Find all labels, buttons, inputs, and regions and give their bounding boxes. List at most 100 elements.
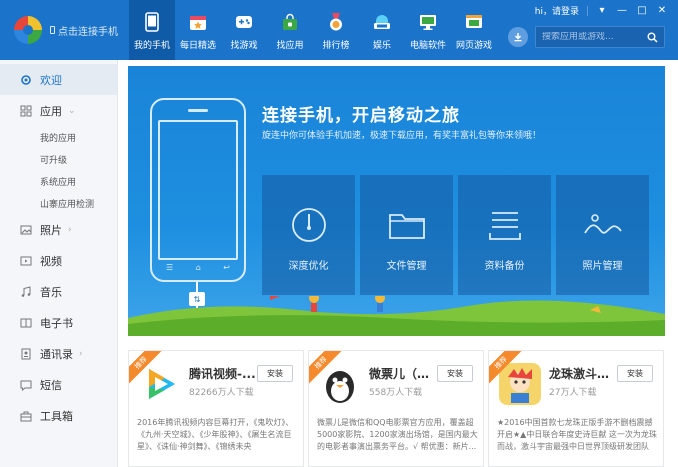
web-game-icon [463,11,485,33]
nav-label: 我的手机 [133,41,170,51]
chevron-right-icon: › [79,348,83,359]
close-icon[interactable]: ✕ [656,5,668,17]
tile-label: 深度优化 [288,261,329,272]
menu-icon[interactable]: ▾ [596,5,608,17]
calendar-star-icon [187,11,209,33]
nav-label: 电脑软件 [409,41,446,51]
dragon-ball-game-icon [499,363,541,405]
phone-screen [158,120,238,260]
sidebar-item-toolbox[interactable]: 工具箱 [0,400,117,431]
install-button[interactable]: 安装 [437,365,473,382]
contacts-icon [20,348,32,360]
sidebar-item-label: 电子书 [40,316,73,330]
top-nav: 我的手机 每日精选 找游戏 找应用 排行榜 娱乐 电脑软件 网页游戏 [129,0,497,60]
penguin-icon [319,363,361,405]
install-button[interactable]: 安装 [257,365,293,382]
app-card[interactable]: 推荐 微票儿（原... 558万人下载 安装 微票儿是微信和QQ电影票官方应用，… [308,350,484,467]
tencent-video-icon [139,363,181,405]
sidebar-item-label: 应用 [40,104,62,118]
download-count: 82266万人下载 [189,388,254,398]
nav-find-games[interactable]: 找游戏 [221,0,267,60]
sidebar-item-label: 通讯录 [40,347,73,361]
sidebar-subitem-fake-app-check[interactable]: 山寨应用检测 [0,192,117,214]
grass-illustration [128,296,665,336]
sidebar-item-videos[interactable]: 视频 [0,245,117,276]
sidebar-item-sms[interactable]: 短信 [0,369,117,400]
toolbox-icon [20,410,32,422]
sidebar-item-label: 视频 [40,254,62,268]
app-description: 2016年腾讯视频内容巨幕打开，《鬼吹灯》、《九州·天空城》、《少年股神》、《屠… [137,418,294,451]
sidebar: 欢迎 应用 ⌄ 我的应用 可升级 系统应用 山寨应用检测 照片 › 视频 音乐 … [0,60,118,467]
app-name[interactable]: 微票儿（原... [369,365,437,382]
download-manager-button[interactable] [508,27,528,47]
photo-icon [20,224,32,236]
folder-icon [387,205,427,245]
tile-label: 文件管理 [386,261,427,272]
gamepad-icon [233,11,255,33]
sidebar-item-music[interactable]: 音乐 [0,276,117,307]
gear-icon [20,74,32,86]
sidebar-subitem-upgradable[interactable]: 可升级 [0,148,117,170]
app-name[interactable]: 龙珠激斗（... [549,365,617,382]
install-button[interactable]: 安装 [617,365,653,382]
phone-small-icon [50,26,55,34]
nav-entertainment[interactable]: 娱乐 [359,0,405,60]
app-logo [14,16,42,44]
app-description: 微票儿是微信和QQ电影票官方应用，覆盖超5000家影院、1200家演出场馆，是国… [317,418,478,451]
download-count: 558万人下载 [369,388,423,398]
nav-label: 找应用 [276,41,304,51]
nav-daily-picks[interactable]: 每日精选 [175,0,221,60]
monitor-icon [417,11,439,33]
tile-label: 资料备份 [484,261,525,272]
tile-deep-optimize[interactable]: 深度优化 [262,175,355,295]
nav-find-apps[interactable]: 找应用 [267,0,313,60]
app-name[interactable]: 腾讯视频-... [189,365,257,382]
sidebar-item-apps[interactable]: 应用 ⌄ [0,95,117,126]
banner-subtitle: 旋连中你可体验手机加速，极速下载应用，有奖丰富礼包等你来领哦！ [262,131,542,141]
login-link[interactable]: hi，请登录 [535,4,579,17]
nav-rankings[interactable]: 排行榜 [313,0,359,60]
sidebar-item-photos[interactable]: 照片 › [0,214,117,245]
phone-icon [141,11,163,33]
book-icon [20,317,32,329]
tile-photo-manager[interactable]: 照片管理 [556,175,649,295]
sidebar-item-label: 音乐 [40,285,62,299]
sidebar-item-label: 欢迎 [40,73,62,87]
chevron-right-icon: › [68,224,72,235]
search-input[interactable] [542,32,647,42]
nav-label: 排行榜 [322,41,350,51]
minimize-icon[interactable]: — [616,5,628,17]
sidebar-item-label: 短信 [40,378,62,392]
sidebar-subitem-my-apps[interactable]: 我的应用 [0,126,117,148]
app-card[interactable]: 推荐 龙珠激斗（... 27万人下载 安装 ★2016中国首款七龙珠正版手游不删… [488,350,664,467]
nav-pc-software[interactable]: 电脑软件 [405,0,451,60]
shopping-bag-icon [279,11,301,33]
nav-label: 找游戏 [230,41,258,51]
sidebar-item-welcome[interactable]: 欢迎 [0,64,117,95]
download-count: 27万人下载 [549,388,597,398]
sidebar-item-label: 工具箱 [40,409,73,423]
download-icon [514,33,522,42]
cloud-icon [371,11,393,33]
sidebar-item-contacts[interactable]: 通讯录 › [0,338,117,369]
sidebar-item-ebooks[interactable]: 电子书 [0,307,117,338]
nav-my-phone[interactable]: 我的手机 [129,0,175,60]
app-description: ★2016中国首款七龙珠正版手游不删档震撼开启★▲中日联合年度史诗巨献 这一次为… [497,418,657,451]
banner-title: 连接手机，开启移动之旅 [262,106,460,126]
window-controls: hi，请登录 ▾ — □ ✕ [535,4,668,17]
connect-phone-link[interactable]: 点击连接手机 [50,23,118,38]
music-icon [20,285,32,298]
connect-phone-area[interactable]: 点击连接手机 [0,0,128,60]
sidebar-item-label: 照片 [40,223,62,237]
search-icon[interactable] [647,32,658,43]
search-box [535,26,665,48]
tile-data-backup[interactable]: 资料备份 [458,175,551,295]
app-card[interactable]: 推荐 腾讯视频-... 82266万人下载 安装 2016年腾讯视频内容巨幕打开… [128,350,304,467]
tile-file-manager[interactable]: 文件管理 [360,175,453,295]
maximize-icon[interactable]: □ [636,5,648,17]
sidebar-subitem-system-apps[interactable]: 系统应用 [0,170,117,192]
medal-icon [325,11,347,33]
video-icon [20,255,32,267]
nav-web-games[interactable]: 网页游戏 [451,0,497,60]
top-bar: 点击连接手机 我的手机 每日精选 找游戏 找应用 排行榜 娱乐 电脑软件 网页游… [0,0,678,60]
